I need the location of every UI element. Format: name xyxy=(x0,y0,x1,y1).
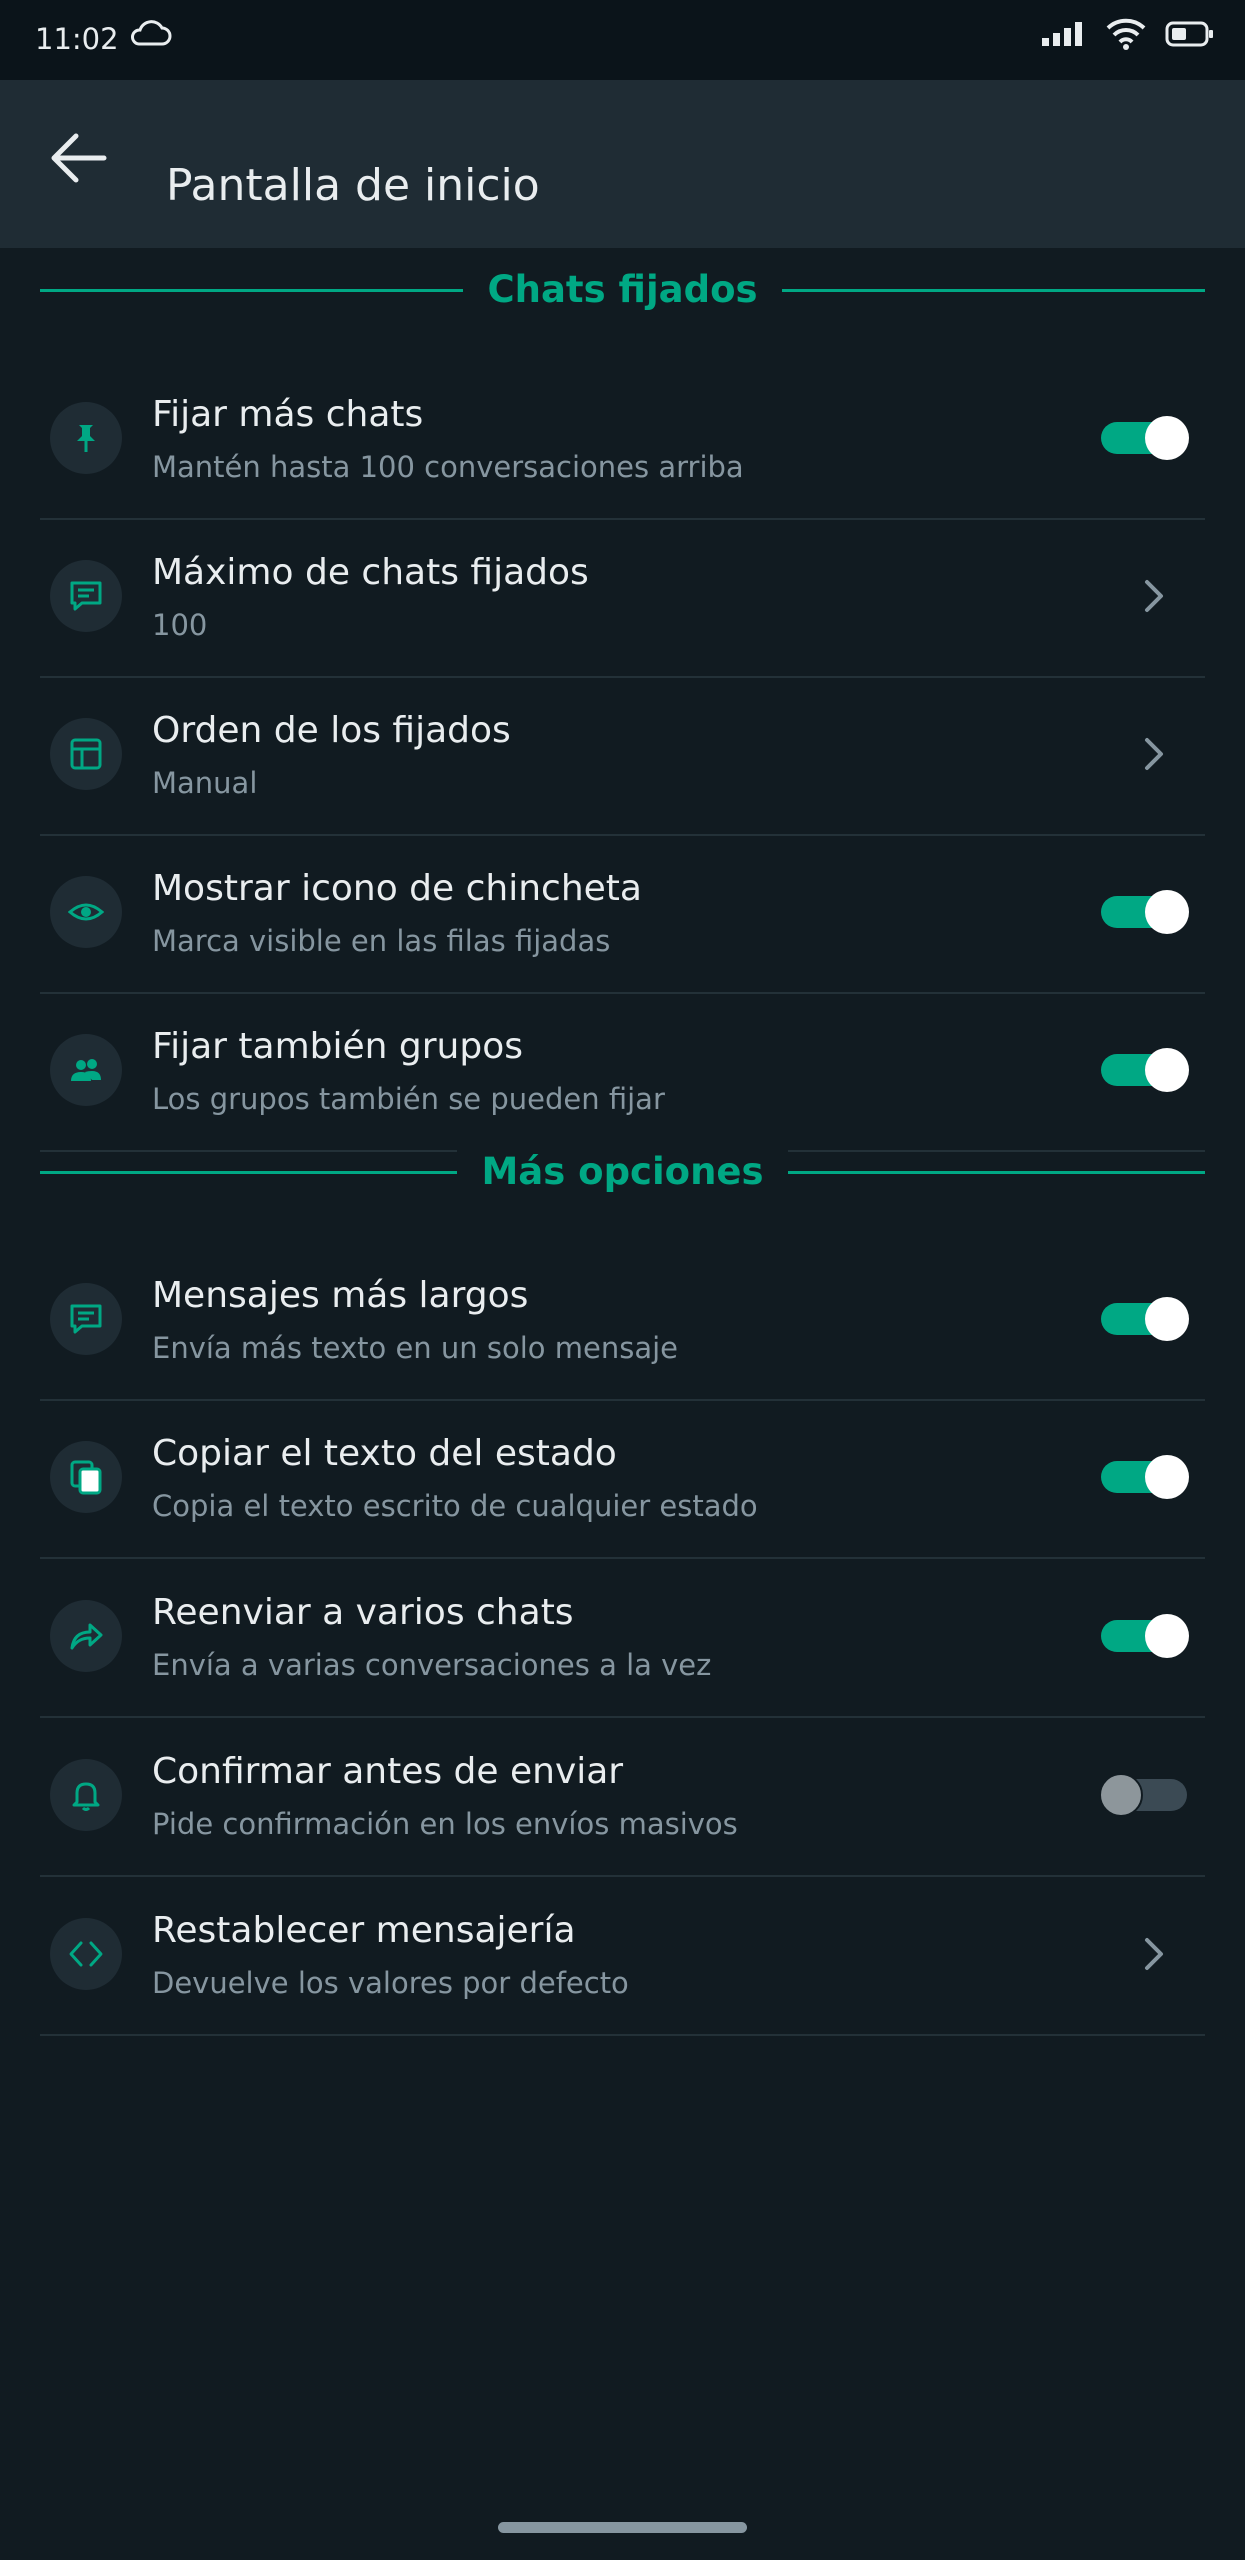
setting-row-confirmar-antes-enviar[interactable]: Confirmar antes de enviar Pide confirmac… xyxy=(40,1717,1205,1877)
status-time: 11:02 xyxy=(35,22,119,56)
setting-title: Mostrar icono de chincheta xyxy=(152,868,642,909)
bell-icon xyxy=(72,1782,100,1811)
toggle-switch[interactable] xyxy=(1099,1773,1187,1817)
toggle-switch[interactable] xyxy=(1101,1455,1189,1499)
chevron-right-icon xyxy=(1145,738,1163,770)
setting-row-fijar-grupos[interactable]: Fijar también grupos Los grupos también … xyxy=(40,992,1205,1152)
setting-subtitle: Los grupos también se pueden fijar xyxy=(152,1082,665,1116)
home-indicator[interactable] xyxy=(498,2522,747,2533)
setting-title: Restablecer mensajería xyxy=(152,1910,576,1951)
setting-row-maximo-chats-fijados[interactable]: Máximo de chats fijados 100 xyxy=(40,518,1205,678)
toggle-switch[interactable] xyxy=(1101,890,1189,934)
setting-title: Fijar también grupos xyxy=(152,1026,524,1067)
setting-subtitle: Devuelve los valores por defecto xyxy=(152,1966,629,2000)
setting-row-fijar-mas-chats[interactable]: Fijar más chats Mantén hasta 100 convers… xyxy=(40,360,1205,520)
chevron-right-icon xyxy=(1145,1938,1163,1970)
status-bar: 11:02 xyxy=(0,0,1245,80)
back-button[interactable] xyxy=(46,126,126,206)
section-header-chats-fijados: Chats fijados xyxy=(40,260,1205,320)
setting-title: Mensajes más largos xyxy=(152,1275,529,1316)
cloud-icon xyxy=(131,20,172,46)
setting-title: Confirmar antes de enviar xyxy=(152,1751,624,1792)
setting-title: Fijar más chats xyxy=(152,394,424,435)
setting-row-mostrar-icono-chincheta[interactable]: Mostrar icono de chincheta Marca visible… xyxy=(40,834,1205,994)
setting-title: Reenviar a varios chats xyxy=(152,1592,574,1633)
setting-row-reenviar-varios-chats[interactable]: Reenviar a varios chats Envía a varias c… xyxy=(40,1558,1205,1718)
toggle-switch[interactable] xyxy=(1101,1048,1189,1092)
toggle-switch[interactable] xyxy=(1101,1297,1189,1341)
app-bar: Pantalla de inicio xyxy=(0,80,1245,248)
section-title: Más opciones xyxy=(457,1150,788,1193)
wifi-icon xyxy=(1106,18,1146,50)
chevron-right-icon xyxy=(1145,580,1163,612)
battery-icon xyxy=(1165,21,1213,47)
setting-subtitle: Marca visible en las filas fijadas xyxy=(152,924,611,958)
signal-icon xyxy=(1042,22,1082,46)
layout-icon xyxy=(70,738,102,770)
setting-subtitle: Pide confirmación en los envíos masivos xyxy=(152,1807,738,1841)
forward-icon xyxy=(70,1623,103,1650)
eye-icon xyxy=(68,903,104,921)
setting-subtitle: Mantén hasta 100 conversaciones arriba xyxy=(152,450,744,484)
arrow-back-icon xyxy=(51,133,107,183)
message-icon xyxy=(70,1304,102,1334)
page-title: Pantalla de inicio xyxy=(166,160,540,211)
setting-subtitle: Envía a varias conversaciones a la vez xyxy=(152,1648,712,1682)
setting-row-mensajes-largos[interactable]: Mensajes más largos Envía más texto en u… xyxy=(40,1241,1205,1401)
code-icon xyxy=(69,1941,103,1967)
setting-subtitle: Copia el texto escrito de cualquier esta… xyxy=(152,1489,758,1523)
pin-icon xyxy=(77,425,95,452)
message-icon xyxy=(70,581,102,611)
setting-row-orden-fijados[interactable]: Orden de los fijados Manual xyxy=(40,676,1205,836)
toggle-switch[interactable] xyxy=(1101,416,1189,460)
setting-title: Copiar el texto del estado xyxy=(152,1433,617,1474)
setting-row-restablecer-mensajeria[interactable]: Restablecer mensajería Devuelve los valo… xyxy=(40,1876,1205,2036)
setting-subtitle: Manual xyxy=(152,766,258,800)
section-header-mas-opciones: Más opciones xyxy=(40,1142,1205,1202)
group-icon xyxy=(71,1059,101,1081)
setting-row-copiar-texto-estado[interactable]: Copiar el texto del estado Copia el text… xyxy=(40,1399,1205,1559)
setting-subtitle: Envía más texto en un solo mensaje xyxy=(152,1331,678,1365)
copy-icon xyxy=(70,1460,102,1495)
toggle-switch[interactable] xyxy=(1101,1614,1189,1658)
setting-title: Orden de los fijados xyxy=(152,710,511,751)
setting-subtitle: 100 xyxy=(152,608,208,642)
section-title: Chats fijados xyxy=(463,268,782,311)
setting-title: Máximo de chats fijados xyxy=(152,552,589,593)
